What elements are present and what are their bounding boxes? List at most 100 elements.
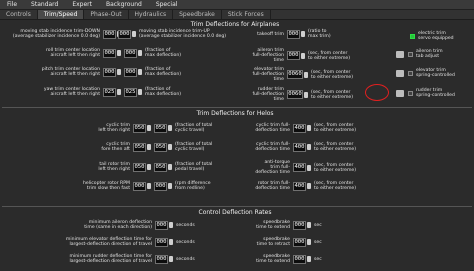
aileron-trim-field[interactable]: 000 bbox=[287, 51, 300, 61]
speedbrake-extend-field[interactable]: 000 bbox=[293, 220, 306, 230]
takeoff-trim-field[interactable]: 000 bbox=[287, 29, 300, 39]
yaw-trim-row: yaw trim center location aircraft left t… bbox=[2, 87, 195, 97]
cyclic-aft-knob[interactable] bbox=[168, 144, 172, 151]
tail-rotor-right-field[interactable]: 050 bbox=[154, 162, 167, 172]
rudder-tab-checkbox[interactable] bbox=[408, 90, 413, 96]
yaw-trim-unit: (fraction of max deflection) bbox=[145, 87, 182, 98]
tab-speedbrake[interactable]: Speedbrake bbox=[173, 10, 222, 19]
rudder-trim-knob[interactable] bbox=[304, 91, 308, 98]
anti-torque-field[interactable]: 400 bbox=[293, 163, 306, 173]
section-title-helos: Trim Deflections for Helos bbox=[196, 110, 274, 117]
cyclic-full2-knob[interactable] bbox=[307, 144, 311, 151]
cyclic-aft-field[interactable]: 050 bbox=[154, 142, 167, 152]
elevator-trim-field[interactable]: 0060 bbox=[287, 70, 303, 80]
heli-rpm-slow-knob[interactable] bbox=[147, 183, 151, 190]
tail-rotor-right-knob[interactable] bbox=[168, 164, 172, 171]
aileron-tab-row: aileron trim tab adjust bbox=[394, 49, 466, 59]
heli-rpm-fast-field[interactable]: 000 bbox=[154, 181, 167, 191]
cyclic-lr-row: cyclic trim left then right 050 050 (fra… bbox=[2, 123, 231, 133]
menu-background[interactable]: Background bbox=[99, 0, 149, 10]
tab-trim-speed[interactable]: Trim/Speed bbox=[37, 10, 85, 19]
aileron-rate-knob[interactable] bbox=[169, 222, 173, 229]
tab-controls[interactable]: Controls bbox=[0, 10, 38, 19]
speedbrake-retract-unit: sec bbox=[314, 239, 322, 245]
pitch-trim-right-field[interactable]: 000 bbox=[124, 67, 137, 77]
electric-trim-checkbox[interactable] bbox=[410, 33, 415, 39]
anti-torque-row: anti-torque trim full- deflection time 4… bbox=[240, 160, 374, 176]
section-divider-rates bbox=[2, 206, 472, 207]
cyclic-full-knob[interactable] bbox=[307, 125, 311, 132]
rotor-trim-full-unit: (sec, from center to either extreme) bbox=[314, 181, 357, 192]
stab-trim-up-field[interactable]: 000 bbox=[118, 29, 131, 39]
tab-hydraulics[interactable]: Hydraulics bbox=[129, 10, 174, 19]
aileron-tab-checkbox[interactable] bbox=[408, 51, 413, 57]
speedbrake-retract-knob[interactable] bbox=[307, 239, 311, 246]
pitch-trim-row: pitch trim center location aircraft left… bbox=[2, 67, 195, 77]
cyclic-left-field[interactable]: 050 bbox=[133, 123, 146, 133]
speedbrake-extend2-field[interactable]: 000 bbox=[293, 254, 306, 264]
speedbrake-extend2-knob[interactable] bbox=[307, 256, 311, 263]
yaw-trim-left-field[interactable]: 025 bbox=[103, 87, 116, 97]
aileron-trim-knob[interactable] bbox=[301, 52, 305, 59]
cyclic-fore-field[interactable]: 050 bbox=[133, 142, 146, 152]
rudder-trim-label: rudder trim full-deflection time bbox=[252, 87, 284, 103]
rudder-rate-label: minimum rudder deflection time for large… bbox=[69, 254, 152, 265]
heli-rpm-fast-knob[interactable] bbox=[168, 183, 172, 190]
menu-expert[interactable]: Expert bbox=[65, 0, 99, 10]
yaw-trim-right-knob[interactable] bbox=[138, 89, 142, 96]
menu-special[interactable]: Special bbox=[149, 0, 185, 10]
rotor-trim-full-row: rotor trim full- deflection time 400 (se… bbox=[240, 181, 374, 191]
tail-rotor-left-field[interactable]: 050 bbox=[133, 162, 146, 172]
roll-trim-left-field[interactable]: 000 bbox=[103, 48, 116, 58]
rotor-trim-full-knob[interactable] bbox=[307, 183, 311, 190]
elevator-trim-knob[interactable] bbox=[304, 71, 308, 78]
aileron-trim-unit: (sec, from center to either extreme) bbox=[308, 50, 351, 61]
heli-rpm-slow-field[interactable]: 000 bbox=[133, 181, 146, 191]
tab-bar: Controls Trim/Speed Phase-Out Hydraulics… bbox=[0, 10, 474, 20]
speedbrake-extend-knob[interactable] bbox=[307, 222, 311, 229]
stab-trim-up-knob[interactable] bbox=[132, 31, 136, 38]
menu-standard[interactable]: Standard bbox=[24, 0, 65, 10]
cyclic-full-field[interactable]: 400 bbox=[293, 123, 306, 133]
roll-trim-right-field[interactable]: 000 bbox=[124, 48, 137, 58]
rudder-trim-field[interactable]: 0060 bbox=[287, 90, 303, 100]
pitch-trim-left-knob[interactable] bbox=[117, 69, 121, 76]
cyclic-right-field[interactable]: 050 bbox=[154, 123, 167, 133]
rotor-trim-full-field[interactable]: 400 bbox=[293, 181, 306, 191]
aileron-tab-button[interactable] bbox=[396, 50, 404, 58]
elevator-rate-field[interactable]: 000 bbox=[155, 237, 168, 247]
speedbrake-retract-field[interactable]: 000 bbox=[293, 237, 306, 247]
rudder-tab-button[interactable] bbox=[396, 89, 404, 97]
heli-rpm-row: helicopter rotor RPM trim slow then fast… bbox=[2, 181, 231, 191]
roll-trim-left-knob[interactable] bbox=[117, 50, 121, 57]
takeoff-trim-knob[interactable] bbox=[301, 31, 305, 38]
anti-torque-knob[interactable] bbox=[307, 164, 311, 171]
elevator-rate-unit: seconds bbox=[176, 239, 195, 245]
tail-rotor-row: tail rotor trim left then right 050 050 … bbox=[2, 162, 231, 172]
tail-rotor-left-knob[interactable] bbox=[147, 164, 151, 171]
cyclic-right-knob[interactable] bbox=[168, 125, 172, 132]
tail-rotor-unit: (fraction of total pedal travel) bbox=[175, 162, 213, 173]
pitch-trim-left-field[interactable]: 000 bbox=[103, 67, 116, 77]
pitch-trim-right-knob[interactable] bbox=[138, 69, 142, 76]
yaw-trim-left-knob[interactable] bbox=[117, 89, 121, 96]
yaw-trim-right-field[interactable]: 025 bbox=[124, 87, 137, 97]
roll-trim-right-knob[interactable] bbox=[138, 50, 142, 57]
yaw-trim-label: yaw trim center location aircraft left t… bbox=[43, 87, 100, 98]
aileron-rate-field[interactable]: 000 bbox=[155, 220, 168, 230]
cyclic-full-unit: (sec, from center to either extreme) bbox=[314, 123, 357, 134]
elevator-tab-button[interactable] bbox=[396, 69, 404, 77]
elevator-tab-checkbox[interactable] bbox=[408, 70, 413, 76]
stab-trim-up-row: 000 moving stab incidence trim-UP (avera… bbox=[102, 29, 239, 39]
tab-phase-out[interactable]: Phase-Out bbox=[84, 10, 129, 19]
rudder-rate-field[interactable]: 000 bbox=[155, 254, 168, 264]
speedbrake-extend2-label: speedbrake time to extend bbox=[256, 254, 290, 265]
cyclic-full2-field[interactable]: 400 bbox=[293, 142, 306, 152]
cyclic-fore-knob[interactable] bbox=[147, 144, 151, 151]
elevator-trim-row: elevator trim full-deflection time 0060 … bbox=[224, 67, 367, 83]
elevator-rate-knob[interactable] bbox=[169, 239, 173, 246]
cyclic-left-knob[interactable] bbox=[147, 125, 151, 132]
rudder-rate-knob[interactable] bbox=[169, 256, 173, 263]
tab-stick-forces[interactable]: Stick Forces bbox=[222, 10, 271, 19]
menu-file[interactable]: File bbox=[0, 0, 24, 10]
